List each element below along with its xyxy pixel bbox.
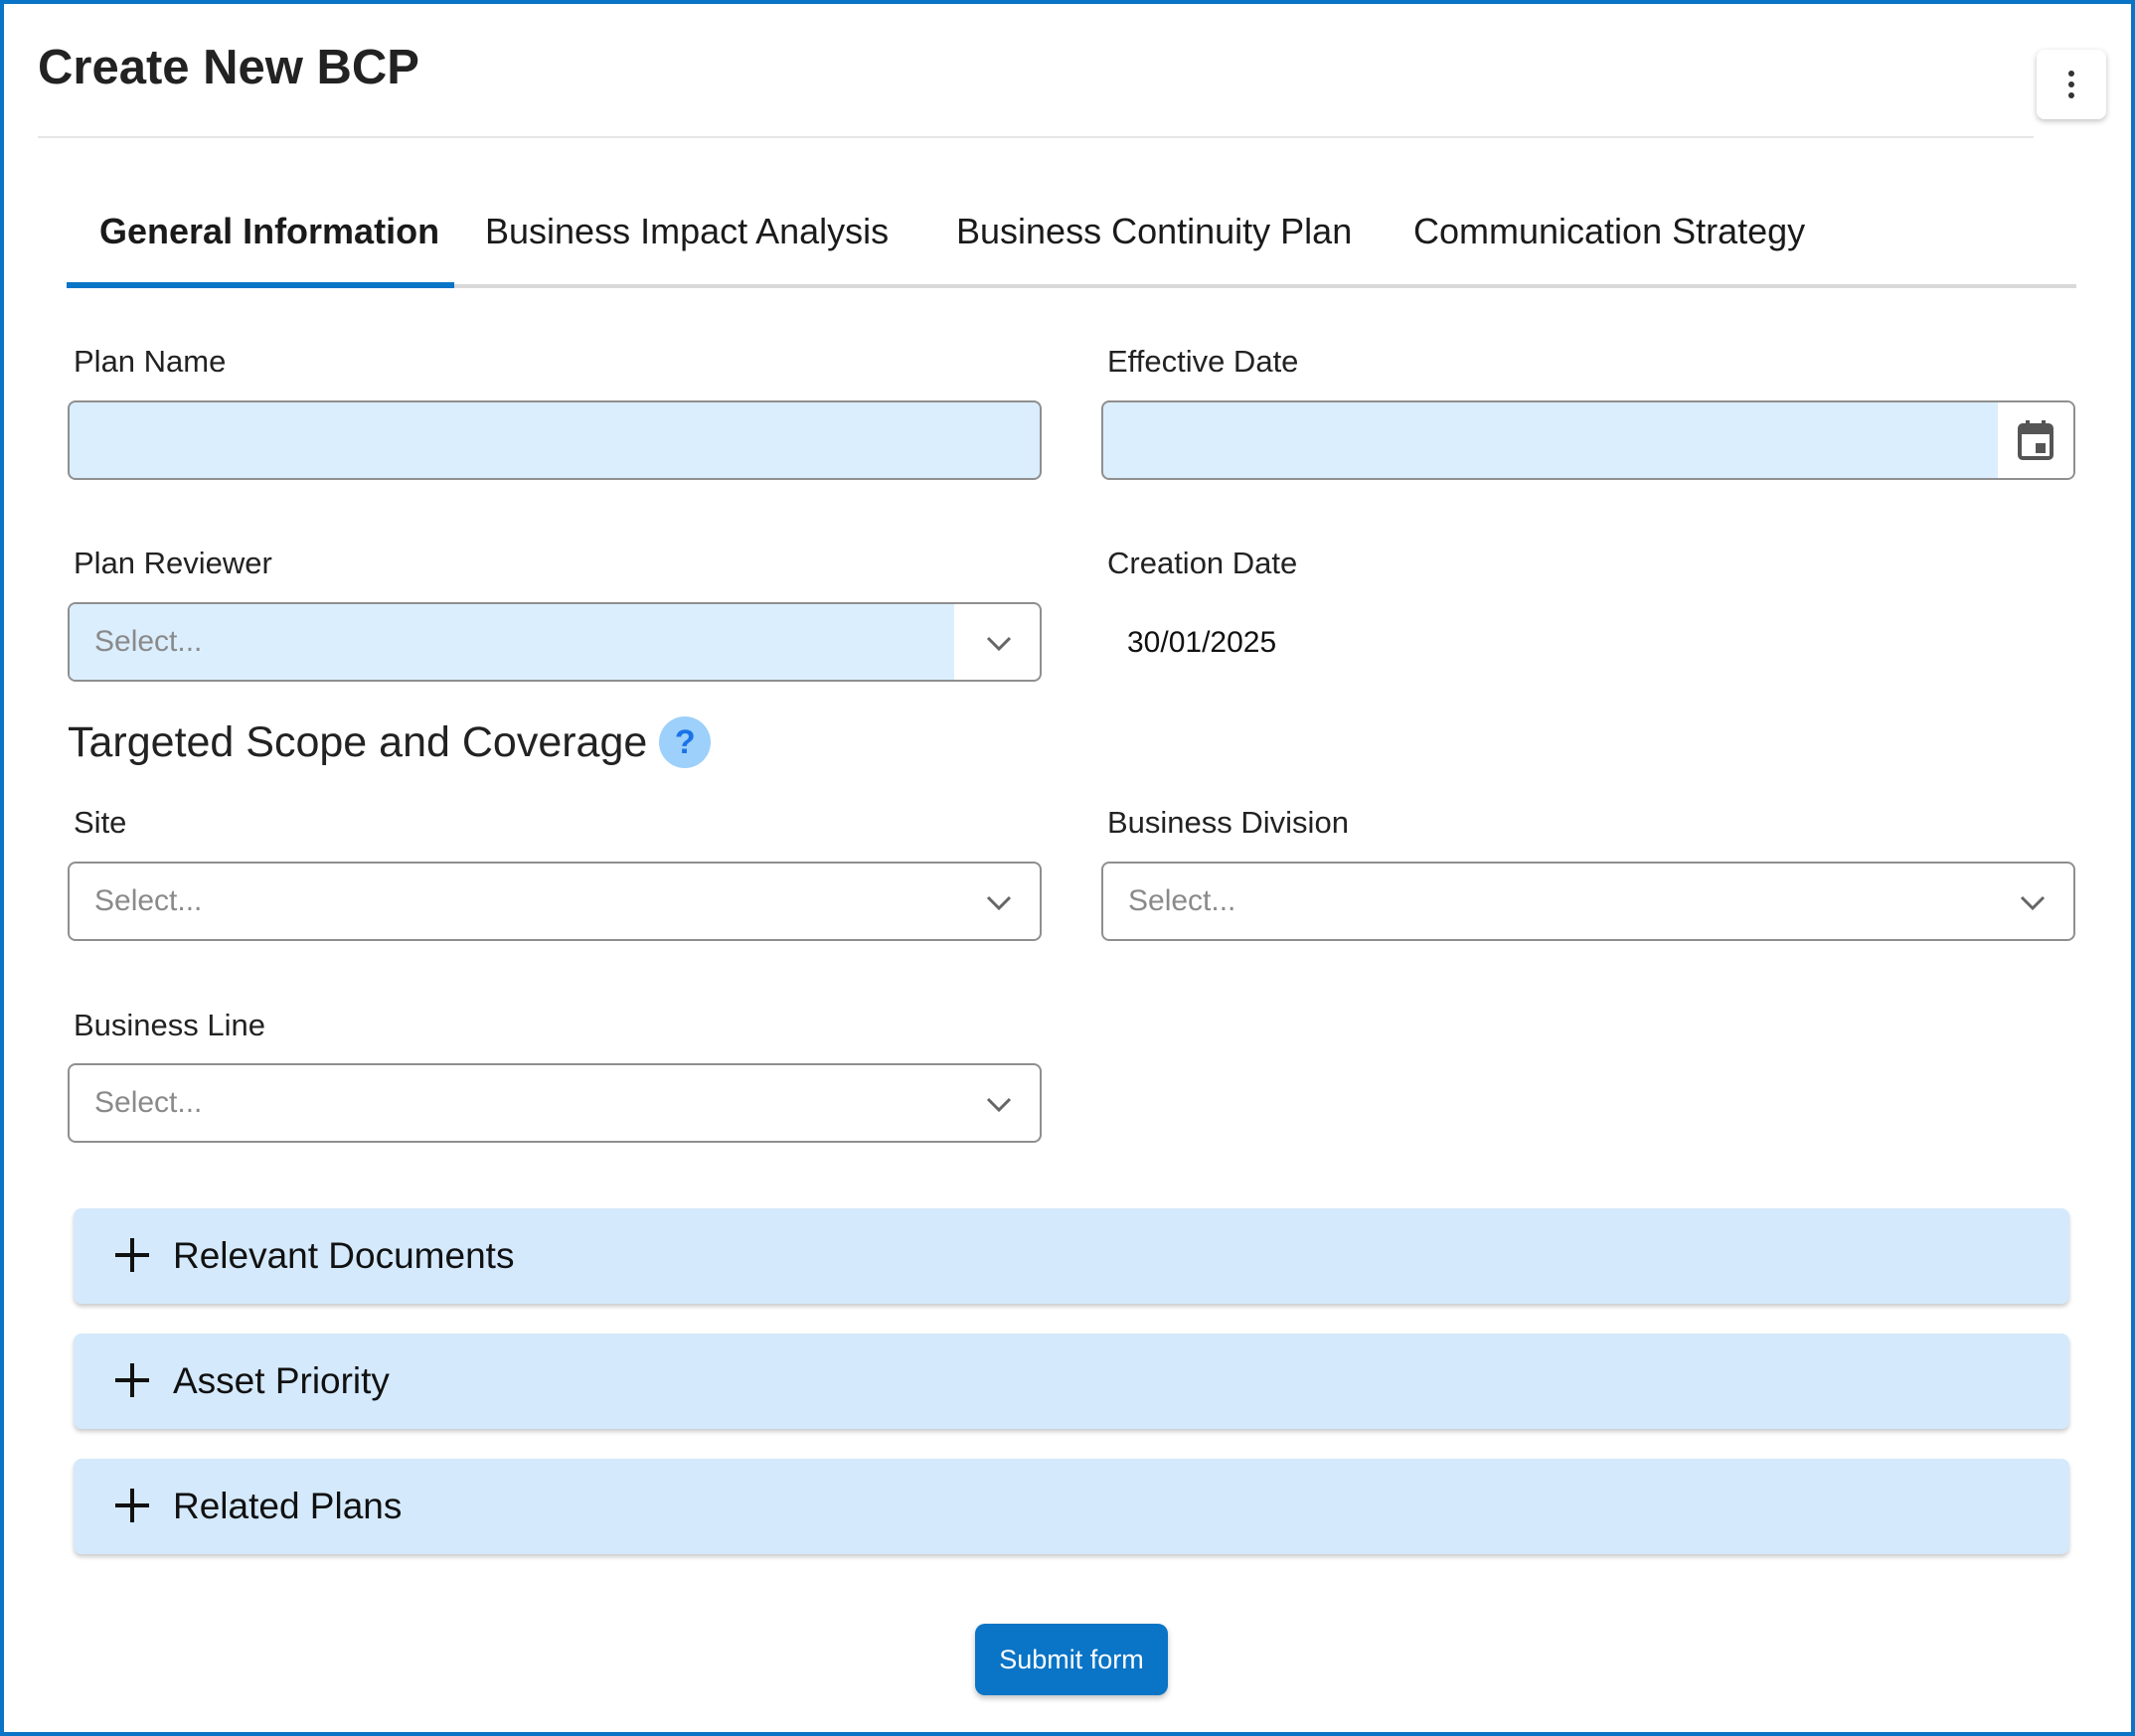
active-tab-indicator xyxy=(67,282,454,288)
tab-communication-strategy[interactable]: Communication Strategy xyxy=(1413,211,1805,288)
plan-reviewer-fill xyxy=(70,604,954,680)
business-line-select[interactable]: Select... xyxy=(68,1063,1042,1143)
site-select[interactable]: Select... xyxy=(68,862,1042,941)
plan-name-label: Plan Name xyxy=(74,344,227,379)
business-division-label: Business Division xyxy=(1107,805,1349,840)
chevron-down-icon xyxy=(986,895,1012,911)
accordion-label: Asset Priority xyxy=(173,1360,390,1401)
header-divider xyxy=(38,136,2034,138)
form-window: Create New BCP General Information Busin… xyxy=(0,0,2135,1736)
plus-icon xyxy=(115,1237,151,1273)
more-options-button[interactable] xyxy=(2037,50,2106,119)
creation-date-value: 30/01/2025 xyxy=(1127,626,1277,659)
business-division-placeholder: Select... xyxy=(1128,884,1236,917)
plus-icon xyxy=(115,1362,151,1398)
chevron-down-icon xyxy=(986,636,1012,652)
tab-business-continuity-plan[interactable]: Business Continuity Plan xyxy=(956,211,1352,288)
scope-section-heading: Targeted Scope and Coverage ? xyxy=(68,716,712,768)
scope-heading-text: Targeted Scope and Coverage xyxy=(68,717,648,766)
plan-reviewer-placeholder: Select... xyxy=(94,625,203,658)
help-icon[interactable]: ? xyxy=(659,716,712,768)
business-line-placeholder: Select... xyxy=(94,1086,203,1119)
accordion-relevant-documents[interactable]: Relevant Documents xyxy=(74,1208,2069,1304)
calendar-icon xyxy=(2018,420,2053,460)
effective-date-label: Effective Date xyxy=(1107,344,1299,379)
accordion-asset-priority[interactable]: Asset Priority xyxy=(74,1334,2069,1429)
page-title: Create New BCP xyxy=(38,41,419,94)
tab-business-impact-analysis[interactable]: Business Impact Analysis xyxy=(485,211,889,288)
plan-reviewer-select[interactable]: Select... xyxy=(68,602,1042,682)
tab-general-information[interactable]: General Information xyxy=(99,211,439,288)
business-division-select[interactable]: Select... xyxy=(1101,862,2075,941)
plus-icon xyxy=(115,1488,151,1523)
accordion-label: Related Plans xyxy=(173,1486,403,1526)
calendar-button[interactable] xyxy=(1998,402,2073,478)
more-vertical-icon xyxy=(2068,71,2074,98)
plan-reviewer-label: Plan Reviewer xyxy=(74,546,272,580)
business-line-label: Business Line xyxy=(74,1008,266,1042)
site-label: Site xyxy=(74,805,127,840)
effective-date-input[interactable] xyxy=(1101,400,2075,480)
accordion-label: Relevant Documents xyxy=(173,1235,515,1276)
site-placeholder: Select... xyxy=(94,884,203,917)
submit-form-button[interactable]: Submit form xyxy=(975,1624,1168,1695)
accordion-related-plans[interactable]: Related Plans xyxy=(74,1459,2069,1554)
tab-bar: General Information Business Impact Anal… xyxy=(67,199,2076,288)
plan-name-input[interactable] xyxy=(68,400,1042,480)
chevron-down-icon xyxy=(2020,895,2046,911)
creation-date-label: Creation Date xyxy=(1107,546,1298,580)
chevron-down-icon xyxy=(986,1097,1012,1113)
